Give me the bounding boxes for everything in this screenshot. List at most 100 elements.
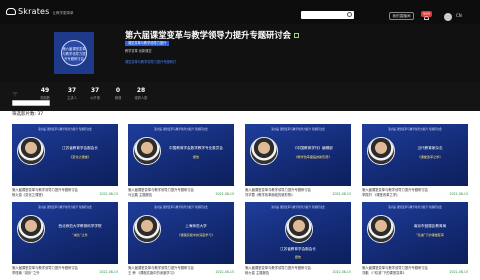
- stat-item: 28 观看人数: [129, 87, 153, 100]
- stat-label: 微课: [114, 96, 122, 100]
- thumbnail-banner: 第六届 课堂变革与教学领导力提升 专题研讨会: [271, 128, 325, 131]
- video-card[interactable]: 第六届 课堂变革与教学领导力提升 专题研讨会 江苏省教育学会副会长 《变化之课堂…: [12, 124, 118, 200]
- video-title[interactable]: 杨九俊 主题报告: [245, 270, 323, 275]
- thumbnail-banner: 第六届 课堂变革与教学领导力提升 专题研讨会: [271, 206, 325, 209]
- talk-topic: 《教学改革面临的新形势》: [294, 155, 332, 159]
- video-title[interactable]: 王 荣 《课程实施中的深度学习》: [128, 270, 206, 275]
- speaker-title: 中国教育学会数学教学专业委员会: [169, 146, 223, 150]
- stat-value: 28: [136, 87, 146, 94]
- edit-icon[interactable]: [293, 33, 299, 38]
- video-date: 2022-08-15: [99, 192, 118, 196]
- video-card[interactable]: 第六届 课堂变革与教学领导力提升 专题研讨会 中国教育学会数学教学专业委员会 报…: [128, 124, 234, 200]
- video-date: 2022-08-15: [215, 270, 234, 274]
- video-thumbnail[interactable]: 第六届 课堂变革与教学领导力提升 专题研讨会 中国教育学会数学教学专业委员会 报…: [128, 124, 234, 186]
- brand-tagline: 让教学更简单: [52, 10, 74, 15]
- speaker-title: 江苏省教育学会副会长: [62, 146, 98, 150]
- channel-link[interactable]: 课堂变革与教学领导力提升专题研讨: [125, 59, 176, 64]
- video-thumbnail[interactable]: 第六届 课堂变革与教学领导力提升 专题研讨会 西北师范大学教育科学学院 “减负”…: [12, 202, 118, 264]
- channel-tag[interactable]: 课堂变革与教学领导力提升: [125, 41, 170, 46]
- video-card[interactable]: 第六届 课堂变革与教学领导力提升 专题研讨会 江苏省教育学会副会长 报告 第六届…: [245, 202, 351, 278]
- video-date: 2022-08-15: [332, 192, 351, 196]
- stat-item: 0 微课: [106, 87, 130, 100]
- talk-topic: 报告: [192, 155, 200, 159]
- stat-label: 主讲人: [67, 96, 77, 100]
- video-title[interactable]: 李振村 《课堂改革之学》: [362, 192, 440, 197]
- stat-item: 49 视频数: [33, 87, 57, 100]
- stat-label: 观看人数: [134, 96, 148, 100]
- stat-value: 0: [115, 87, 121, 94]
- brand-name: Skrates: [18, 7, 50, 16]
- speaker-photo: [134, 138, 160, 164]
- video-thumbnail[interactable]: 第六届 课堂变革与教学领导力提升 专题研讨会 《中国教育学刊》编辑部 《教学改革…: [245, 124, 351, 186]
- speaker-title: 南京市鼓楼区教育局: [413, 224, 447, 228]
- video-card[interactable]: 第六届 课堂变革与教学领导力提升 专题研讨会 《中国教育学刊》编辑部 《教学改革…: [245, 124, 351, 200]
- language-switch[interactable]: CN: [456, 13, 462, 18]
- user-avatar[interactable]: [444, 13, 452, 21]
- stat-value: 49: [40, 87, 50, 94]
- talk-topic: 《课程实施中的深度学习》: [177, 233, 215, 237]
- channel-subline: 教学变革 创新课堂: [125, 49, 152, 53]
- video-date: 2022-08-15: [449, 192, 468, 196]
- search-input[interactable]: [301, 11, 354, 19]
- speaker-photo: [18, 216, 44, 242]
- stats-bar: 49 视频数 37 主讲人 37 公开课 0 微课 28 观看人数: [0, 82, 480, 111]
- talk-topic: 《变化之课堂》: [69, 155, 91, 159]
- video-thumbnail[interactable]: 第六届 课堂变革与教学领导力提升 专题研讨会 上海师范大学 《课程实施中的深度学…: [128, 202, 234, 264]
- speaker-photo: [251, 138, 277, 164]
- video-date: 2022-08-15: [449, 270, 468, 274]
- filter-icon[interactable]: [12, 92, 18, 97]
- bell-icon[interactable]: [424, 16, 429, 20]
- video-date: 2022-08-15: [332, 270, 351, 274]
- search-icon[interactable]: [347, 12, 352, 17]
- video-thumbnail[interactable]: 第六届 课堂变革与教学领导力提升 专题研讨会 当代教育家杂志 《课堂改革之学》: [362, 124, 468, 186]
- speaker-photo: [286, 216, 312, 242]
- talk-topic: “减负”之外: [72, 233, 88, 237]
- video-thumbnail[interactable]: 第六届 课堂变革与教学领导力提升 专题研讨会 江苏省教育学会副会长 报告: [245, 202, 351, 264]
- speaker-title: 当代教育家杂志: [417, 146, 443, 150]
- filtered-count: 筛选影片数: 37: [12, 112, 44, 117]
- thumbnail-banner: 第六届 课堂变革与教学领导力提升 专题研讨会: [154, 206, 208, 209]
- brand-logo[interactable]: Skrates 让教学更简单: [6, 7, 74, 16]
- video-card[interactable]: 第六届 课堂变革与教学领导力提升 专题研讨会 上海师范大学 《课程实施中的深度学…: [128, 202, 234, 278]
- page: Skrates 让教学更简单 我的直播间 999 CN 第六届课堂变革与教学领导…: [0, 0, 480, 280]
- channel-cover: 第六届课堂变革与教学领导力提升专题研讨会: [54, 32, 94, 74]
- speaker-title: 《中国教育学刊》编辑部: [293, 146, 333, 150]
- speaker-title: 西北师范大学教育科学学院: [58, 224, 102, 228]
- thumbnail-banner: 第六届 课堂变革与教学领导力提升 专题研讨会: [388, 206, 442, 209]
- speaker-photo: [134, 216, 160, 242]
- video-title[interactable]: 刘鹏 《“双减”下的课堂变革》: [362, 270, 440, 275]
- stat-value: 37: [90, 87, 100, 94]
- video-date: 2022-08-15: [99, 270, 118, 274]
- thumbnail-banner: 第六届 课堂变革与教学领导力提升 专题研讨会: [154, 128, 208, 131]
- speaker-title: 江苏省教育学会副会长: [280, 247, 316, 251]
- stat-value: 37: [67, 87, 77, 94]
- thumbnail-banner: 第六届 课堂变革与教学领导力提升 专题研讨会: [388, 128, 442, 131]
- thumbnail-banner: 第六届 课堂变革与教学领导力提升 专题研讨会: [38, 206, 92, 209]
- video-card[interactable]: 第六届 课堂变革与教学领导力提升 专题研讨会 西北师范大学教育科学学院 “减负”…: [12, 202, 118, 278]
- video-thumbnail[interactable]: 第六届 课堂变革与教学领导力提升 专题研讨会 南京市鼓楼区教育局 “双减”下的课…: [362, 202, 468, 264]
- video-card[interactable]: 第六届 课堂变革与教学领导力提升 专题研讨会 当代教育家杂志 《课堂改革之学》 …: [362, 124, 468, 200]
- stat-label: 公开课: [90, 96, 100, 100]
- cover-emblem: 第六届课堂变革与教学领导力提升专题研讨会: [61, 40, 87, 66]
- video-title[interactable]: 马云鹏 主题报告: [128, 192, 206, 197]
- cloud-logo-icon: [6, 8, 16, 15]
- speaker-photo: [18, 138, 44, 164]
- stat-item: 37 公开课: [83, 87, 107, 100]
- video-title[interactable]: 杨九俊《变化之课堂》: [12, 192, 90, 197]
- video-card[interactable]: 第六届 课堂变革与教学领导力提升 专题研讨会 南京市鼓楼区教育局 “双减”下的课…: [362, 202, 468, 278]
- channel-header: 第六届课堂变革与教学领导力提升专题研讨会 第六届课堂变革与教学领导力提升专题研讨…: [0, 24, 480, 82]
- video-title[interactable]: 刘华蓉《教学改革面临的新形势》: [245, 192, 323, 197]
- speaker-title: 上海师范大学: [185, 224, 207, 228]
- channel-title-text: 第六届课堂变革与教学领导力提升专题研讨会: [125, 30, 291, 40]
- talk-topic: 报告: [294, 255, 302, 259]
- stat-item: 37 主讲人: [60, 87, 84, 100]
- video-thumbnail[interactable]: 第六届 课堂变革与教学领导力提升 专题研讨会 江苏省教育学会副会长 《变化之课堂…: [12, 124, 118, 186]
- video-date: 2022-08-15: [215, 192, 234, 196]
- video-title[interactable]: 李瑾瑜 “减负”之外: [12, 270, 90, 275]
- thumbnail-banner: 第六届 课堂变革与教学领导力提升 专题研讨会: [38, 128, 92, 131]
- filter-input[interactable]: [12, 100, 50, 106]
- my-live-room-button[interactable]: 我的直播间: [389, 12, 414, 20]
- speaker-photo: [368, 216, 394, 242]
- top-navigation-bar: Skrates 让教学更简单 我的直播间 999 CN: [0, 0, 480, 24]
- speaker-photo: [368, 138, 394, 164]
